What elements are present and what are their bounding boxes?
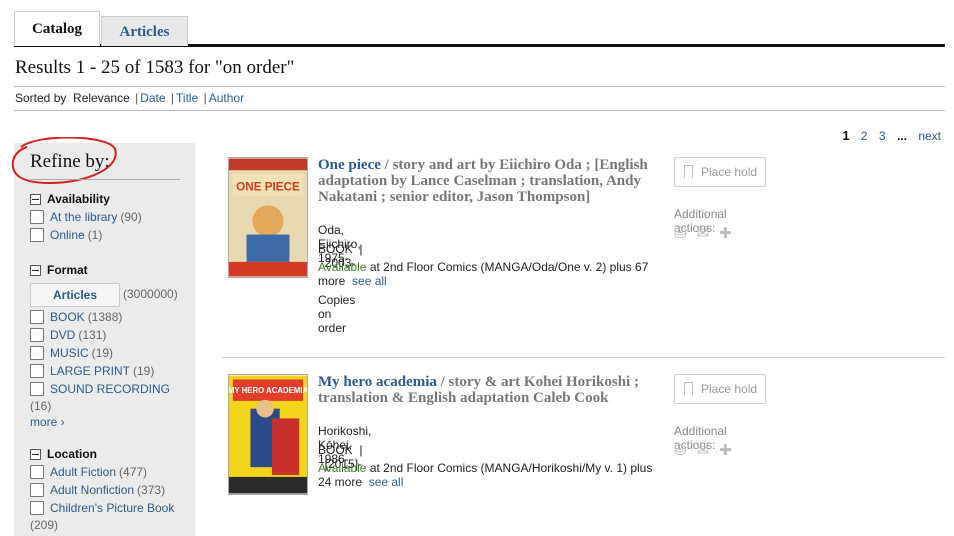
record-title: My hero academia / story & art Kohei Hor… <box>318 374 639 406</box>
divider <box>14 110 945 111</box>
articles-count: (3000000) <box>123 287 178 301</box>
sort-bar: Sorted by Relevance | Date | Title | Author <box>15 91 245 105</box>
articles-button[interactable]: Articles <box>30 283 120 307</box>
facet-item-adult-nonfiction[interactable]: Adult Nonfiction (373) <box>30 483 165 497</box>
next-page-link[interactable]: next <box>918 129 941 143</box>
refine-title: Refine by: <box>30 151 180 180</box>
divider <box>14 86 945 87</box>
page-3-link[interactable]: 3 <box>879 129 886 143</box>
email-icon[interactable]: ✉ <box>697 224 710 242</box>
basket-icon[interactable]: ⛁ <box>674 441 687 459</box>
facet-availability[interactable]: Availability <box>30 192 110 206</box>
cover-title: ONE PIECE <box>236 181 300 194</box>
record-divider <box>222 357 945 358</box>
see-all-link[interactable]: see all <box>352 274 387 288</box>
copies-on-order-link[interactable]: Copies on order <box>318 293 355 335</box>
facet-item-book[interactable]: BOOK (1388) <box>30 310 122 324</box>
bookmark-icon <box>684 165 693 178</box>
add-icon[interactable]: ✚ <box>719 441 732 459</box>
more-formats-link[interactable]: more › <box>30 415 65 429</box>
childrens-picture-book-count: (209) <box>30 518 59 532</box>
facet-item-sound-recording[interactable]: SOUND RECORDING <box>30 382 170 396</box>
checkbox[interactable] <box>30 465 44 479</box>
checkbox[interactable] <box>30 310 44 324</box>
checkbox[interactable] <box>30 328 44 342</box>
collapse-icon[interactable] <box>30 193 41 205</box>
tab-articles[interactable]: Articles <box>101 16 188 46</box>
refine-sidebar: Refine by: Availability At the library (9… <box>11 137 195 536</box>
page-ellipsis: ... <box>896 129 907 143</box>
record-availability: Available at 2nd Floor Comics (MANGA/Oda… <box>318 260 649 288</box>
record-title: One piece / story and art by Eiichiro Od… <box>318 157 648 205</box>
sort-current: Relevance <box>73 91 130 105</box>
email-icon[interactable]: ✉ <box>697 441 710 459</box>
results-title: Results 1 - 25 of 1583 for "on order" <box>15 57 295 78</box>
checkbox[interactable] <box>30 483 44 497</box>
sort-date-link[interactable]: Date <box>140 91 165 105</box>
facet-location[interactable]: Location <box>30 447 97 461</box>
basket-icon[interactable]: ⛁ <box>674 224 687 242</box>
facet-format[interactable]: Format <box>30 263 88 277</box>
checkbox[interactable] <box>30 364 44 378</box>
facet-item-music[interactable]: MUSIC (19) <box>30 346 113 360</box>
page-2-link[interactable]: 2 <box>861 129 868 143</box>
record-title-link[interactable]: One piece <box>318 157 381 173</box>
sort-title-link[interactable]: Title <box>176 91 198 105</box>
facet-item-dvd[interactable]: DVD (131) <box>30 328 106 342</box>
action-icons: ⛁ ✉ ✚ <box>674 441 732 459</box>
collapse-icon[interactable] <box>30 448 41 460</box>
collapse-icon[interactable] <box>30 264 41 276</box>
tab-catalog[interactable]: Catalog <box>14 11 100 46</box>
sound-recording-count: (16) <box>30 399 52 413</box>
see-all-link[interactable]: see all <box>369 475 404 489</box>
book-cover-image[interactable]: ONE PIECE <box>228 157 308 278</box>
place-hold-button[interactable]: Place hold <box>674 157 766 187</box>
book-cover-image[interactable]: MY HERO ACADEMIA <box>228 374 308 495</box>
checkbox[interactable] <box>30 210 44 224</box>
bookmark-icon <box>684 382 693 395</box>
search-tabs: Catalog Articles <box>14 11 945 47</box>
action-icons: ⛁ ✉ ✚ <box>674 224 732 242</box>
sort-author-link[interactable]: Author <box>209 91 244 105</box>
add-icon[interactable]: ✚ <box>719 224 732 242</box>
facet-item-childrens-picture-book[interactable]: Children's Picture Book <box>30 501 174 515</box>
place-hold-button[interactable]: Place hold <box>674 374 766 404</box>
checkbox[interactable] <box>30 346 44 360</box>
record-title-link[interactable]: My hero academia <box>318 374 437 390</box>
facet-item-adult-fiction[interactable]: Adult Fiction (477) <box>30 465 147 479</box>
pagination: 1 2 3 ... next <box>834 128 941 143</box>
sort-label: Sorted by <box>15 91 67 105</box>
checkbox[interactable] <box>30 501 44 515</box>
facet-item-at-the-library[interactable]: At the library (90) <box>30 210 142 224</box>
page-1: 1 <box>842 128 850 143</box>
checkbox[interactable] <box>30 382 44 396</box>
record-availability: Available at 2nd Floor Comics (MANGA/Hor… <box>318 461 653 489</box>
chevron-right-icon: › <box>57 415 65 429</box>
cover-title: MY HERO ACADEMIA <box>228 386 308 395</box>
checkbox[interactable] <box>30 228 44 242</box>
facet-item-large-print[interactable]: LARGE PRINT (19) <box>30 364 154 378</box>
facet-item-online[interactable]: Online (1) <box>30 228 102 242</box>
